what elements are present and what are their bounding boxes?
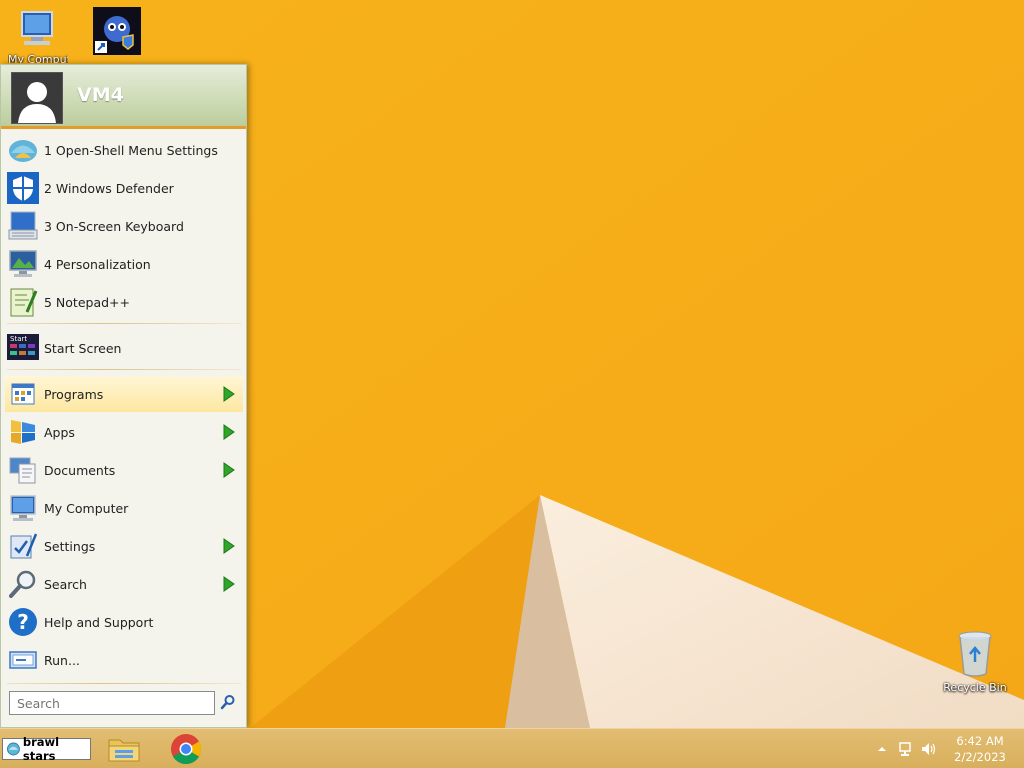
menu-item-my-computer[interactable]: My Computer [5, 490, 243, 526]
menu-item-notepad-plus-plus[interactable]: 5 Notepad++ [5, 284, 243, 320]
user-name: VM4 [77, 84, 124, 106]
start-menu: VM4 1 Open-Shell Menu Settings 2 Windows… [0, 64, 247, 728]
submenu-arrow-icon [223, 386, 235, 402]
menu-item-label: Run... [44, 652, 80, 668]
menu-item-label: Settings [44, 538, 96, 554]
chrome-icon[interactable] [169, 733, 203, 765]
menu-item-documents[interactable]: Documents [5, 452, 243, 488]
submenu-arrow-icon [223, 576, 235, 592]
menu-item-label: My Computer [44, 500, 129, 516]
menu-item-on-screen-keyboard[interactable]: 3 On-Screen Keyboard [5, 208, 243, 244]
apps-icon [11, 420, 35, 444]
submenu-arrow-icon [223, 538, 235, 554]
help-icon: ? [9, 608, 37, 636]
menu-item-label: 2 Windows Defender [44, 180, 174, 196]
menu-item-open-shell-settings[interactable]: 1 Open-Shell Menu Settings [5, 132, 243, 168]
menu-item-label: Help and Support [44, 614, 154, 630]
menu-item-label: 4 Personalization [44, 256, 151, 272]
menu-item-run[interactable]: Run... [5, 642, 243, 678]
desktop-icon-recycle-bin[interactable]: Recycle Bin [940, 630, 1010, 694]
menu-item-label: 3 On-Screen Keyboard [44, 218, 184, 234]
start-button[interactable]: brawl stars [2, 735, 91, 763]
svg-text:?: ? [17, 610, 29, 634]
submenu-arrow-icon [223, 462, 235, 478]
svg-text:Start: Start [10, 335, 27, 343]
menu-separator [7, 369, 241, 370]
desktop-icon-app-shortcut[interactable] [93, 7, 141, 58]
menu-separator [7, 683, 241, 684]
start-menu-header: VM4 [1, 65, 246, 129]
menu-item-personalization[interactable]: 4 Personalization [5, 246, 243, 282]
menu-item-search[interactable]: Search [5, 566, 243, 602]
personalization-icon [9, 250, 37, 277]
user-avatar-icon [12, 73, 62, 123]
volume-icon[interactable] [920, 741, 936, 757]
menu-item-label: Documents [44, 462, 116, 478]
taskbar: brawl stars 6:42 AM 2/2/2023 [0, 728, 1024, 768]
clock-date: 2/2/2023 [954, 750, 1006, 764]
menu-item-apps[interactable]: Apps [5, 414, 243, 450]
menu-item-label: Start Screen [44, 340, 122, 356]
menu-item-help-and-support[interactable]: ? Help and Support [5, 604, 243, 640]
documents-icon [9, 457, 36, 484]
app-shortcut-icon [93, 7, 141, 55]
run-icon [9, 651, 37, 669]
start-orb-icon [7, 742, 20, 756]
menu-item-label: Programs [44, 386, 104, 402]
taskbar-clock[interactable]: 6:42 AM 2/2/2023 [944, 733, 1016, 765]
file-explorer-icon[interactable] [107, 733, 141, 765]
shell-settings-icon [9, 140, 37, 162]
desktop-icon-label: My Computer [8, 53, 68, 63]
desktop-icon-label: Recycle Bin [943, 681, 1007, 694]
submenu-arrow-icon [223, 424, 235, 440]
keyboard-icon [8, 211, 38, 240]
menu-item-programs[interactable]: Programs [5, 376, 243, 412]
menu-item-windows-defender[interactable]: 2 Windows Defender [5, 170, 243, 206]
start-button-label: brawl stars [22, 735, 60, 763]
show-hidden-icons-icon[interactable] [874, 741, 890, 757]
computer-icon [21, 11, 53, 45]
start-screen-icon: Start [7, 334, 39, 360]
network-icon[interactable] [898, 741, 914, 757]
notepad-icon [10, 288, 38, 317]
start-menu-search-input[interactable] [9, 691, 215, 715]
search-icon[interactable] [220, 694, 236, 710]
menu-item-label: Apps [44, 424, 75, 440]
recycle-bin-icon [958, 631, 992, 677]
desktop-icon-my-computer[interactable]: My Computer [8, 8, 68, 63]
menu-item-label: Search [44, 576, 87, 592]
settings-icon [10, 533, 38, 559]
menu-item-settings[interactable]: Settings [5, 528, 243, 564]
computer-icon [10, 495, 36, 521]
shield-icon [7, 172, 39, 204]
clock-time: 6:42 AM [956, 734, 1004, 748]
menu-item-start-screen[interactable]: Start Start Screen [5, 330, 243, 366]
search-icon [9, 570, 36, 598]
programs-icon [11, 383, 35, 405]
user-avatar[interactable] [11, 72, 63, 124]
menu-separator [7, 323, 241, 324]
menu-item-label: 5 Notepad++ [44, 294, 130, 310]
menu-item-label: 1 Open-Shell Menu Settings [44, 142, 218, 158]
